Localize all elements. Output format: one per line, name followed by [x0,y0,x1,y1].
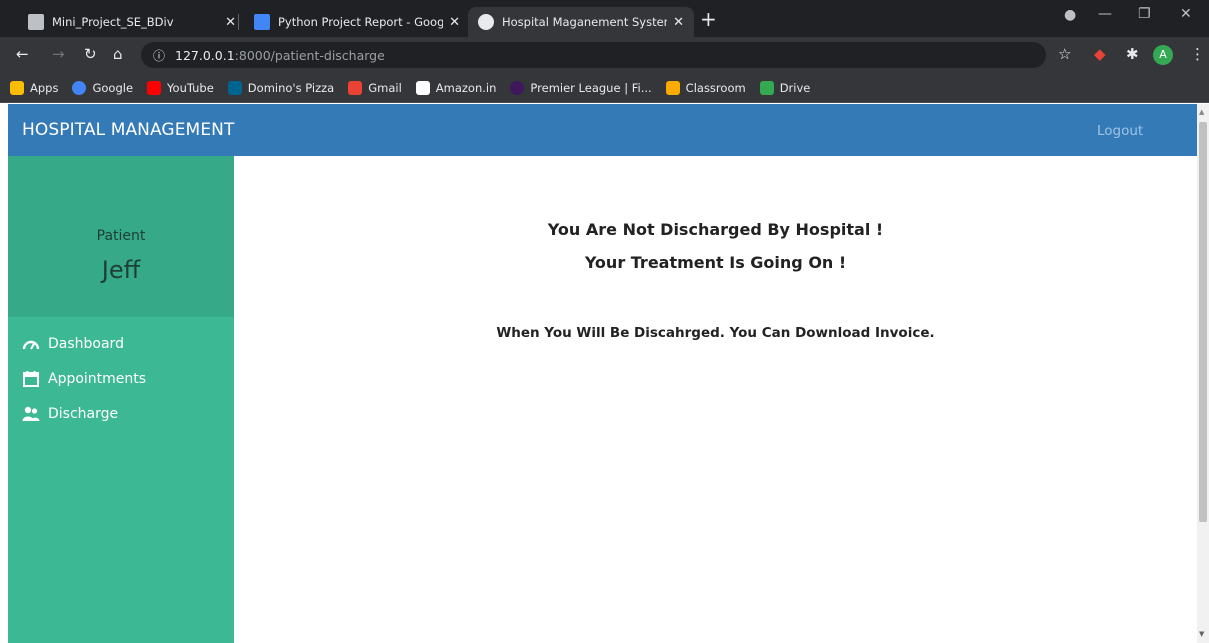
page-scrollbar[interactable]: ▲ ▼ [1197,104,1209,643]
sidebar-item-label: Discharge [48,406,119,422]
youtube-icon [147,80,162,95]
tab-separator [238,14,239,30]
browser-toolbar: ← → ↻ ⌂ ⓘ 127.0.0.1 :8000/patient-discha… [0,37,1209,73]
bookmark-label: Google [92,80,134,95]
minimize-icon[interactable]: — [1098,6,1112,22]
sidebar-item-dashboard[interactable]: Dashboard [22,333,124,355]
restore-icon[interactable]: ❐ [1138,6,1151,22]
user-role: Patient [96,228,146,244]
color-extension-icon[interactable]: ◆ [1094,45,1106,63]
bookmark-label: YouTube [167,80,214,95]
bookmark-label: Gmail [368,80,402,95]
discharge-status-heading: You Are Not Discharged By Hospital ! [547,220,884,239]
main-content: You Are Not Discharged By Hospital ! You… [234,156,1197,643]
bookmark-gmail[interactable]: Gmail [348,80,402,95]
url-path: :8000/patient-discharge [234,47,385,63]
gmail-icon [348,80,363,95]
bookmark-google[interactable]: Google [72,80,134,95]
bookmark-drive[interactable]: Drive [759,80,811,95]
tab-title: Mini_Project_SE_BDiv [52,15,174,29]
calendar-icon [23,371,39,387]
treatment-status-heading: Your Treatment Is Going On ! [584,253,847,272]
brand-title[interactable]: HOSPITAL MANAGEMENT [22,120,234,140]
bookmark-label: Premier League | Fi... [530,80,652,95]
premier-league-icon [510,80,525,95]
sidebar: Patient Jeff Dashboard Appointments Disc… [8,156,234,643]
sidebar-item-appointments[interactable]: Appointments [22,368,146,390]
url-host: 127.0.0.1 [175,47,235,63]
sidebar-item-label: Dashboard [48,336,124,352]
tab-title: Hospital Maganement System [502,15,668,29]
google-icon [72,80,87,95]
sidebar-profile: Patient Jeff [8,156,234,317]
bookmark-amazon[interactable]: Amazon.in [415,80,497,95]
dashboard-gauge-icon [22,340,40,350]
tab-title: Python Project Report - Google D [278,15,444,29]
dominos-icon [227,80,242,95]
google-docs-icon [254,14,270,30]
home-icon[interactable]: ⌂ [113,45,123,63]
sidebar-item-label: Appointments [48,371,147,387]
window-close-icon[interactable]: ✕ [1180,6,1192,22]
scroll-down-icon[interactable]: ▼ [1199,630,1204,638]
drive-icon [759,80,774,95]
bookmark-premier-league[interactable]: Premier League | Fi... [510,80,652,95]
app-navbar: HOSPITAL MANAGEMENT Logout [8,104,1197,156]
extensions-puzzle-icon[interactable]: ✱ [1126,45,1139,63]
bookmark-label: Domino's Pizza [247,80,335,95]
close-icon[interactable]: ✕ [673,15,684,30]
scroll-up-icon[interactable]: ▲ [1199,108,1204,116]
bookmark-apps[interactable]: Apps [10,80,59,95]
invoice-note: When You Will Be Discahrged. You Can Dow… [496,325,935,341]
bookmark-label: Classroom [685,80,746,95]
bookmark-label: Drive [779,80,811,95]
bookmark-youtube[interactable]: YouTube [147,80,214,95]
profile-avatar[interactable]: A [1153,45,1173,65]
forward-arrow-icon[interactable]: → [52,45,65,63]
classroom-icon [665,80,680,95]
browser-tab-strip: Mini_Project_SE_BDiv ✕ Python Project Re… [0,0,1209,37]
close-icon[interactable]: ✕ [449,15,460,30]
logout-link[interactable]: Logout [1097,123,1143,139]
bookmark-label: Apps [30,80,59,95]
reload-icon[interactable]: ↻ [84,45,97,63]
bookmarks-bar: Apps Google YouTube Domino's Pizza Gmail… [0,73,1209,103]
bookmark-dominos[interactable]: Domino's Pizza [227,80,335,95]
user-name: Jeff [101,256,141,284]
scrollbar-thumb[interactable] [1199,122,1207,522]
slides-icon [28,14,44,30]
new-tab-plus-icon[interactable]: + [700,9,717,29]
bookmark-label: Amazon.in [435,80,497,95]
address-bar[interactable]: ⓘ 127.0.0.1 :8000/patient-discharge [141,42,1046,68]
tab-python-report[interactable]: Python Project Report - Google D ✕ [244,7,470,37]
tab-mini-project[interactable]: Mini_Project_SE_BDiv ✕ [18,7,246,37]
info-icon[interactable]: ⓘ [153,47,165,64]
apps-grid-icon [10,80,24,95]
close-icon[interactable]: ✕ [225,15,236,30]
tab-hospital-system[interactable]: Hospital Maganement System ✕ [468,7,694,37]
amazon-icon [415,80,430,95]
back-arrow-icon[interactable]: ← [16,45,29,63]
sidebar-item-discharge[interactable]: Discharge [22,403,118,425]
users-icon [22,406,40,421]
menu-kebab-icon[interactable]: ⋮ [1190,45,1205,63]
bookmark-star-icon[interactable]: ☆ [1058,45,1071,63]
globe-icon [478,14,494,30]
tab-search-icon[interactable]: ● [1064,7,1076,23]
bookmark-classroom[interactable]: Classroom [665,80,746,95]
